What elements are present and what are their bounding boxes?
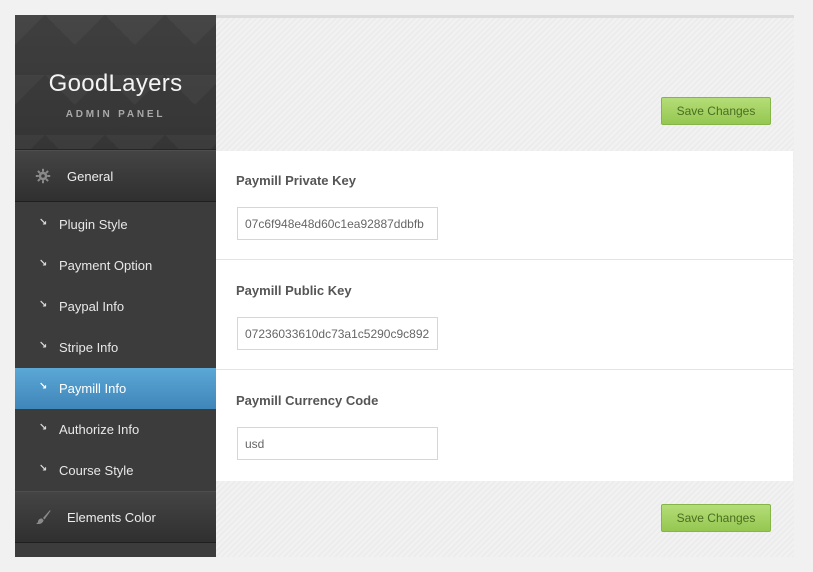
sidebar-item-authorize-info[interactable]: ↘ Authorize Info (15, 409, 216, 450)
arrow-down-right-icon: ↘ (39, 217, 48, 228)
sidebar-section-label: Elements Color (67, 510, 156, 525)
sidebar-item-stripe-info[interactable]: ↘ Stripe Info (15, 327, 216, 368)
sidebar-section-label: General (67, 169, 114, 184)
sidebar-item-label: Course Style (59, 463, 134, 478)
arrow-down-right-icon: ↘ (39, 299, 48, 310)
brush-icon (35, 509, 51, 525)
public-key-label: Paymill Public Key (236, 283, 352, 298)
sidebar-item-payment-option[interactable]: ↘ Payment Option (15, 245, 216, 286)
gear-icon (35, 168, 51, 184)
arrow-down-right-icon: ↘ (39, 422, 48, 433)
arrow-down-right-icon: ↘ (39, 340, 48, 351)
sidebar-item-course-style[interactable]: ↘ Course Style (15, 450, 216, 491)
field-row-currency-code: Paymill Currency Code (216, 371, 793, 480)
admin-panel: GoodLayers ADMIN PANEL General ↘ Plugin … (15, 15, 794, 557)
sidebar-item-label: Stripe Info (59, 340, 119, 355)
sidebar: GoodLayers ADMIN PANEL General ↘ Plugin … (15, 15, 216, 557)
private-key-input[interactable] (237, 207, 438, 240)
sidebar-item-label: Payment Option (59, 258, 153, 273)
sidebar-section-general[interactable]: General (15, 150, 216, 202)
arrow-down-right-icon: ↘ (39, 463, 48, 474)
field-row-private-key: Paymill Private Key (216, 151, 793, 260)
sidebar-item-paypal-info[interactable]: ↘ Paypal Info (15, 286, 216, 327)
main-content: Save Changes Paymill Private Key Paymill… (216, 15, 794, 557)
sidebar-item-label: Plugin Style (59, 217, 128, 232)
save-changes-button[interactable]: Save Changes (661, 504, 771, 532)
sidebar-header: GoodLayers ADMIN PANEL (15, 15, 216, 150)
sidebar-item-label: Paypal Info (59, 299, 125, 314)
private-key-label: Paymill Private Key (236, 173, 356, 188)
sidebar-item-plugin-style[interactable]: ↘ Plugin Style (15, 204, 216, 245)
logo-subtitle: ADMIN PANEL (65, 109, 166, 120)
sidebar-menu: ↘ Plugin Style ↘ Payment Option ↘ Paypal… (15, 204, 216, 491)
save-changes-button[interactable]: Save Changes (661, 97, 771, 125)
sidebar-section-elements-color[interactable]: Elements Color (15, 491, 216, 543)
currency-code-label: Paymill Currency Code (236, 393, 379, 408)
arrow-down-right-icon: ↘ (39, 258, 48, 269)
settings-form: Paymill Private Key Paymill Public Key P… (216, 151, 793, 481)
field-row-public-key: Paymill Public Key (216, 261, 793, 370)
logo-title: GoodLayers (48, 70, 183, 97)
arrow-down-right-icon: ↘ (39, 381, 48, 392)
currency-code-input[interactable] (237, 427, 438, 460)
public-key-input[interactable] (237, 317, 438, 350)
sidebar-item-label: Authorize Info (59, 422, 140, 437)
sidebar-item-label: Paymill Info (59, 381, 127, 396)
sidebar-item-paymill-info[interactable]: ↘ Paymill Info (15, 368, 216, 409)
